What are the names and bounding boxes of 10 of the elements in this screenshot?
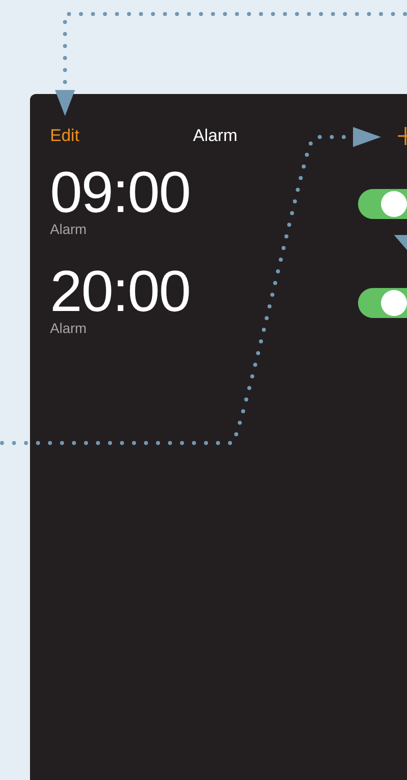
arrow-head	[394, 235, 407, 250]
screen-title: Alarm	[193, 126, 238, 146]
plus-icon[interactable]	[398, 126, 407, 146]
alarm-label: Alarm	[50, 221, 88, 237]
alarm-time: 09:00	[50, 163, 190, 223]
toggle-switch[interactable]	[358, 189, 407, 219]
alarm-time: 20:00	[50, 262, 190, 322]
edit-button[interactable]: Edit	[50, 126, 80, 146]
toggle-switch[interactable]	[358, 288, 407, 318]
alarm-label: Alarm	[50, 320, 88, 336]
